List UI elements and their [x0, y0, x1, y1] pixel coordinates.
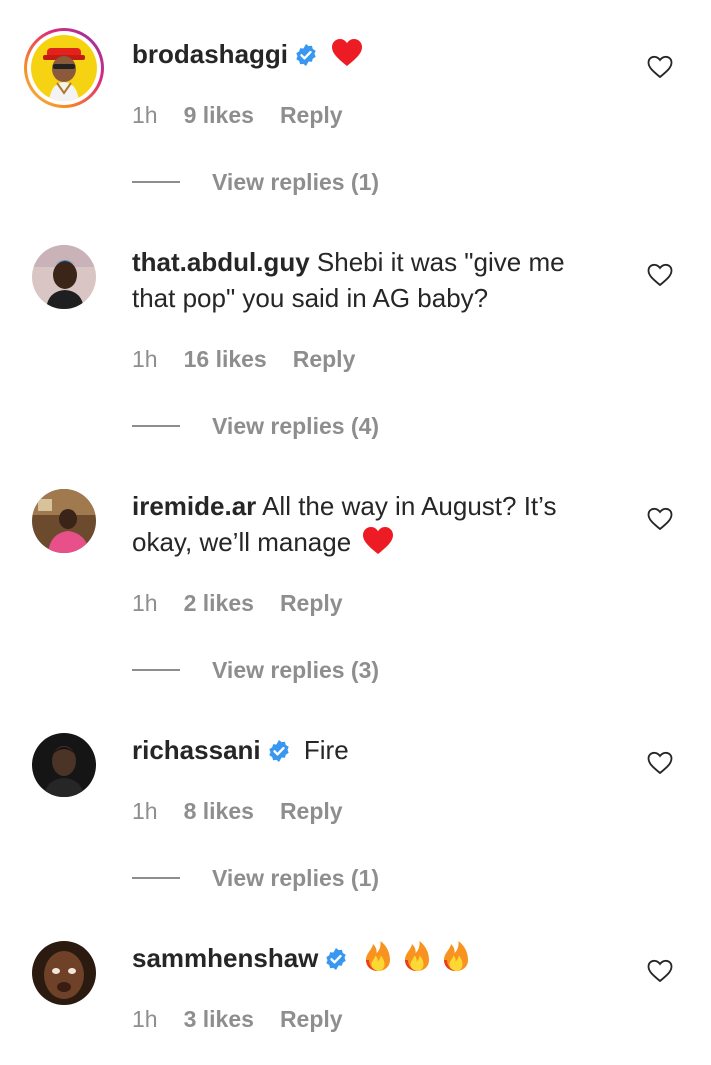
divider	[132, 669, 180, 671]
username[interactable]: iremide.ar	[132, 491, 256, 521]
reply-button[interactable]: Reply	[280, 1006, 343, 1032]
avatar[interactable]	[32, 245, 96, 309]
reply-button[interactable]: Reply	[280, 798, 343, 824]
comment-time: 1h	[132, 590, 158, 616]
comment-text: All the way in August? It’s	[262, 491, 557, 521]
view-replies-label: View replies (3)	[212, 657, 380, 683]
heart-outline-icon[interactable]	[647, 55, 673, 79]
username[interactable]: that.abdul.guy	[132, 247, 310, 277]
divider	[132, 425, 180, 427]
divider	[132, 181, 180, 183]
comment-text-cont: okay, we’ll manage	[132, 527, 352, 557]
comment-time: 1h	[132, 102, 158, 128]
view-replies-button[interactable]: View replies (4)	[132, 412, 379, 440]
avatar	[31, 35, 97, 101]
view-replies-button[interactable]: View replies (1)	[132, 168, 379, 196]
likes-count[interactable]: 16 likes	[184, 346, 267, 372]
heart-outline-icon[interactable]	[647, 507, 673, 531]
likes-count[interactable]: 9 likes	[184, 102, 254, 128]
avatar-story-ring[interactable]	[24, 28, 104, 108]
likes-count[interactable]: 8 likes	[184, 798, 254, 824]
view-replies-label: View replies (1)	[212, 169, 380, 195]
comment-time: 1h	[132, 346, 158, 372]
likes-count[interactable]: 2 likes	[184, 590, 254, 616]
heart-outline-icon[interactable]	[647, 959, 673, 983]
username[interactable]: brodashaggi	[132, 39, 288, 69]
avatar[interactable]	[32, 489, 96, 553]
reply-button[interactable]: Reply	[280, 590, 343, 616]
comment-text-cont: that pop" you said in AG baby?	[132, 283, 489, 313]
fire-emojis	[364, 941, 470, 973]
verified-badge-icon	[268, 740, 289, 762]
red-heart-emoji	[332, 39, 363, 66]
fire-emoji	[404, 941, 429, 971]
comment-text: Shebi it was "give me	[316, 247, 565, 277]
avatar[interactable]	[32, 733, 96, 797]
verified-badge-icon	[326, 948, 347, 970]
heart-outline-icon[interactable]	[647, 263, 673, 287]
fire-emoji	[365, 941, 390, 971]
likes-count[interactable]: 3 likes	[184, 1006, 254, 1032]
reply-button[interactable]: Reply	[293, 346, 356, 372]
view-replies-label: View replies (1)	[212, 865, 380, 891]
divider	[132, 877, 180, 879]
reply-button[interactable]: Reply	[280, 102, 343, 128]
comment-time: 1h	[132, 798, 158, 824]
username[interactable]: richassani	[132, 735, 261, 765]
view-replies-button[interactable]: View replies (1)	[132, 864, 379, 892]
avatar[interactable]	[32, 941, 96, 1005]
username[interactable]: sammhenshaw	[132, 943, 318, 973]
fire-emoji	[444, 941, 469, 971]
verified-badge-icon	[296, 44, 316, 66]
view-replies-button[interactable]: View replies (3)	[132, 656, 379, 684]
comment-time: 1h	[132, 1006, 158, 1032]
view-replies-label: View replies (4)	[212, 413, 380, 439]
comment-text: Fire	[303, 735, 349, 765]
red-heart-emoji	[363, 527, 394, 554]
heart-outline-icon[interactable]	[647, 751, 673, 775]
